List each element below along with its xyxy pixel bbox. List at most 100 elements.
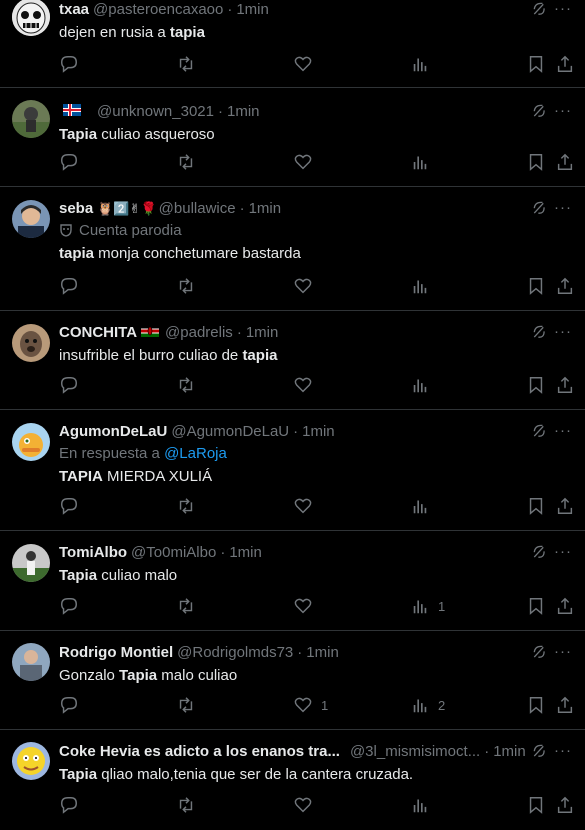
views-button[interactable] [410,276,438,296]
user-handle[interactable]: @Rodrigolmds73 [177,643,293,663]
retweet-button[interactable] [176,496,204,516]
views-button[interactable]: 2 [410,695,445,715]
reply-button[interactable] [59,54,87,74]
tweet[interactable]: seba 🦉2️⃣✌🌹 @bullawice · 1min Cuenta par… [0,187,585,311]
user-handle[interactable]: @unknown_3021 [97,102,214,122]
avatar[interactable] [12,0,50,36]
tweet[interactable]: AgumonDeLaU @AgumonDeLaU · 1min En respu… [0,410,585,531]
share-button[interactable] [555,54,575,74]
more-icon[interactable]: ··· [551,199,575,217]
grok-button[interactable] [531,743,549,761]
display-name[interactable]: CONCHITA [59,323,137,343]
reply-button[interactable] [59,152,87,172]
timestamp[interactable]: 1min [306,643,339,663]
grok-button[interactable] [531,423,549,441]
like-button[interactable] [293,276,321,296]
bookmark-button[interactable] [526,276,546,296]
like-button[interactable]: 1 [293,695,328,715]
bookmark-button[interactable] [526,375,546,395]
share-button[interactable] [555,375,575,395]
retweet-button[interactable] [176,596,204,616]
timestamp[interactable]: 1min [227,102,260,122]
bookmark-button[interactable] [526,152,546,172]
bookmark-button[interactable] [526,695,546,715]
grok-button[interactable] [531,544,549,562]
views-button[interactable] [410,54,438,74]
grok-button[interactable] [531,200,549,218]
retweet-button[interactable] [176,276,204,296]
timestamp[interactable]: 1min [249,199,282,219]
avatar[interactable] [12,200,50,238]
like-button[interactable] [293,496,321,516]
user-handle[interactable]: @To0miAlbo [131,543,216,563]
reply-button[interactable] [59,695,87,715]
avatar[interactable] [12,324,50,362]
views-button[interactable] [410,496,438,516]
retweet-button[interactable] [176,54,204,74]
retweet-button[interactable] [176,695,204,715]
retweet-button[interactable] [176,795,204,815]
timestamp[interactable]: 1min [236,0,269,20]
views-button[interactable] [410,152,438,172]
like-button[interactable] [293,375,321,395]
user-handle[interactable]: @padrelis [165,323,233,343]
reply-button[interactable] [59,276,87,296]
like-button[interactable] [293,596,321,616]
reply-button[interactable] [59,795,87,815]
more-icon[interactable]: ··· [551,643,575,661]
timestamp[interactable]: 1min [246,323,279,343]
user-handle[interactable]: @bullawice [159,199,236,219]
reply-to-link[interactable]: @LaRoja [164,445,227,462]
retweet-button[interactable] [176,375,204,395]
display-name[interactable]: Coke Hevia es adicto a los enanos tra... [59,742,340,762]
grok-button[interactable] [531,324,549,342]
share-button[interactable] [555,496,575,516]
tweet[interactable]: CONCHITA @padrelis · 1min insufrible el … [0,311,585,410]
share-button[interactable] [555,596,575,616]
more-icon[interactable]: ··· [551,323,575,341]
like-button[interactable] [293,54,321,74]
bookmark-button[interactable] [526,54,546,74]
bookmark-button[interactable] [526,496,546,516]
bookmark-button[interactable] [526,596,546,616]
avatar[interactable] [12,544,50,582]
avatar[interactable] [12,423,50,461]
share-button[interactable] [555,276,575,296]
more-icon[interactable]: ··· [551,102,575,120]
views-button[interactable] [410,795,438,815]
display-name[interactable]: txaa [59,0,89,20]
user-handle[interactable]: @3l_mismisimoct... [350,742,480,762]
retweet-button[interactable] [176,152,204,172]
views-button[interactable]: 1 [410,596,445,616]
display-name[interactable]: AgumonDeLaU [59,422,167,442]
display-name[interactable]: Rodrigo Montiel [59,643,173,663]
timestamp[interactable]: 1min [493,742,526,762]
more-icon[interactable]: ··· [551,742,575,760]
timestamp[interactable]: 1min [229,543,262,563]
tweet[interactable]: @unknown_3021 · 1min Tapia culiao asquer… [0,88,585,187]
tweet[interactable]: TomiAlbo @To0miAlbo · 1min Tapia culiao … [0,531,585,631]
user-handle[interactable]: @AgumonDeLaU [171,422,289,442]
grok-button[interactable] [531,1,549,19]
avatar[interactable] [12,100,50,138]
tweet[interactable]: txaa @pasteroencaxaoo · 1min dejen en ru… [0,0,585,88]
like-button[interactable] [293,152,321,172]
grok-button[interactable] [531,103,549,121]
more-icon[interactable]: ··· [551,543,575,561]
display-name[interactable]: seba [59,199,93,219]
like-button[interactable] [293,795,321,815]
more-icon[interactable]: ··· [551,0,575,18]
share-button[interactable] [555,695,575,715]
bookmark-button[interactable] [526,795,546,815]
views-button[interactable] [410,375,438,395]
user-handle[interactable]: @pasteroencaxaoo [93,0,223,20]
grok-button[interactable] [531,644,549,662]
avatar[interactable] [12,742,50,780]
tweet[interactable]: Coke Hevia es adicto a los enanos tra...… [0,730,585,830]
avatar[interactable] [12,643,50,681]
reply-button[interactable] [59,596,87,616]
share-button[interactable] [555,152,575,172]
more-icon[interactable]: ··· [551,422,575,440]
timestamp[interactable]: 1min [302,422,335,442]
share-button[interactable] [555,795,575,815]
